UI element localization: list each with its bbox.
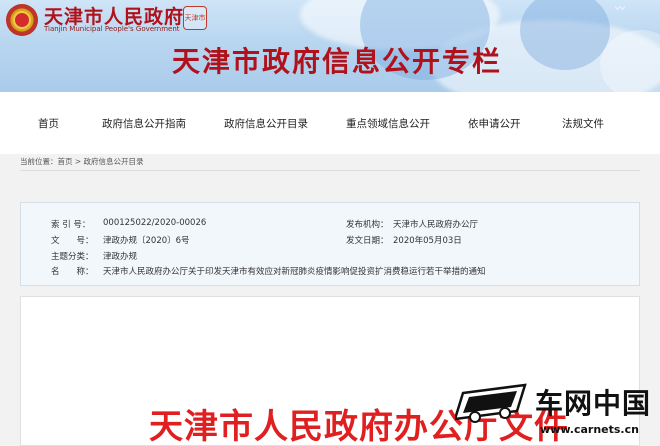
site-subtitle: Tianjin Municipal People's Government bbox=[44, 25, 180, 33]
publisher-value: 天津市人民政府办公厅 bbox=[393, 220, 479, 230]
name-label: 名 称： bbox=[51, 267, 94, 277]
banner-title: 天津市政府信息公开专栏 bbox=[172, 45, 503, 78]
index-value: 000125022/2020-00026 bbox=[103, 218, 207, 228]
topic-value: 津政办规 bbox=[103, 252, 138, 262]
national-emblem-icon[interactable] bbox=[6, 4, 38, 36]
bird-icon: 〰 bbox=[615, 4, 625, 15]
nav-item-guide[interactable]: 政府信息公开指南 bbox=[102, 116, 186, 131]
main-nav: 首页 政府信息公开指南 政府信息公开目录 重点领域信息公开 依申请公开 法规文件 bbox=[0, 92, 660, 154]
site-header: 〰 天津市人民政府 Tianjin Municipal People's Gov… bbox=[0, 0, 660, 92]
date-label: 发文日期： bbox=[346, 236, 389, 246]
city-seal-logo: 天津市 bbox=[183, 6, 207, 30]
nav-item-key-areas[interactable]: 重点领域信息公开 bbox=[346, 116, 430, 131]
docno-value: 津政办规〔2020〕6号 bbox=[103, 236, 190, 246]
document-metadata-panel: 索 引 号： 000125022/2020-00026 发布机构： 天津市人民政… bbox=[20, 202, 640, 286]
index-label: 索 引 号： bbox=[51, 220, 91, 230]
breadcrumb-path[interactable]: 首页 > 政府信息公开目录 bbox=[58, 157, 144, 166]
name-value: 天津市人民政府办公厅关于印发天津市有效应对新冠肺炎疫情影响促投资扩消费稳运行若干… bbox=[103, 267, 486, 277]
seal-text: 天津市 bbox=[184, 13, 206, 22]
nav-item-catalog[interactable]: 政府信息公开目录 bbox=[224, 116, 308, 131]
nav-item-regulations[interactable]: 法规文件 bbox=[562, 116, 604, 131]
watermark-url: www.carnets.cn bbox=[540, 423, 639, 436]
watermark-brand: 车网中国 bbox=[535, 387, 652, 420]
publisher-label: 发布机构： bbox=[346, 220, 389, 230]
nav-item-on-request[interactable]: 依申请公开 bbox=[468, 116, 521, 131]
date-value: 2020年05月03日 bbox=[393, 236, 462, 246]
docno-label: 文 号： bbox=[51, 236, 94, 246]
divider bbox=[20, 170, 640, 171]
breadcrumb: 当前位置：首页 > 政府信息公开目录 bbox=[20, 156, 144, 167]
breadcrumb-prefix: 当前位置： bbox=[20, 157, 58, 166]
topic-label: 主题分类： bbox=[51, 252, 94, 262]
watermark-logo-icon bbox=[455, 383, 527, 423]
nav-item-home[interactable]: 首页 bbox=[38, 116, 59, 131]
